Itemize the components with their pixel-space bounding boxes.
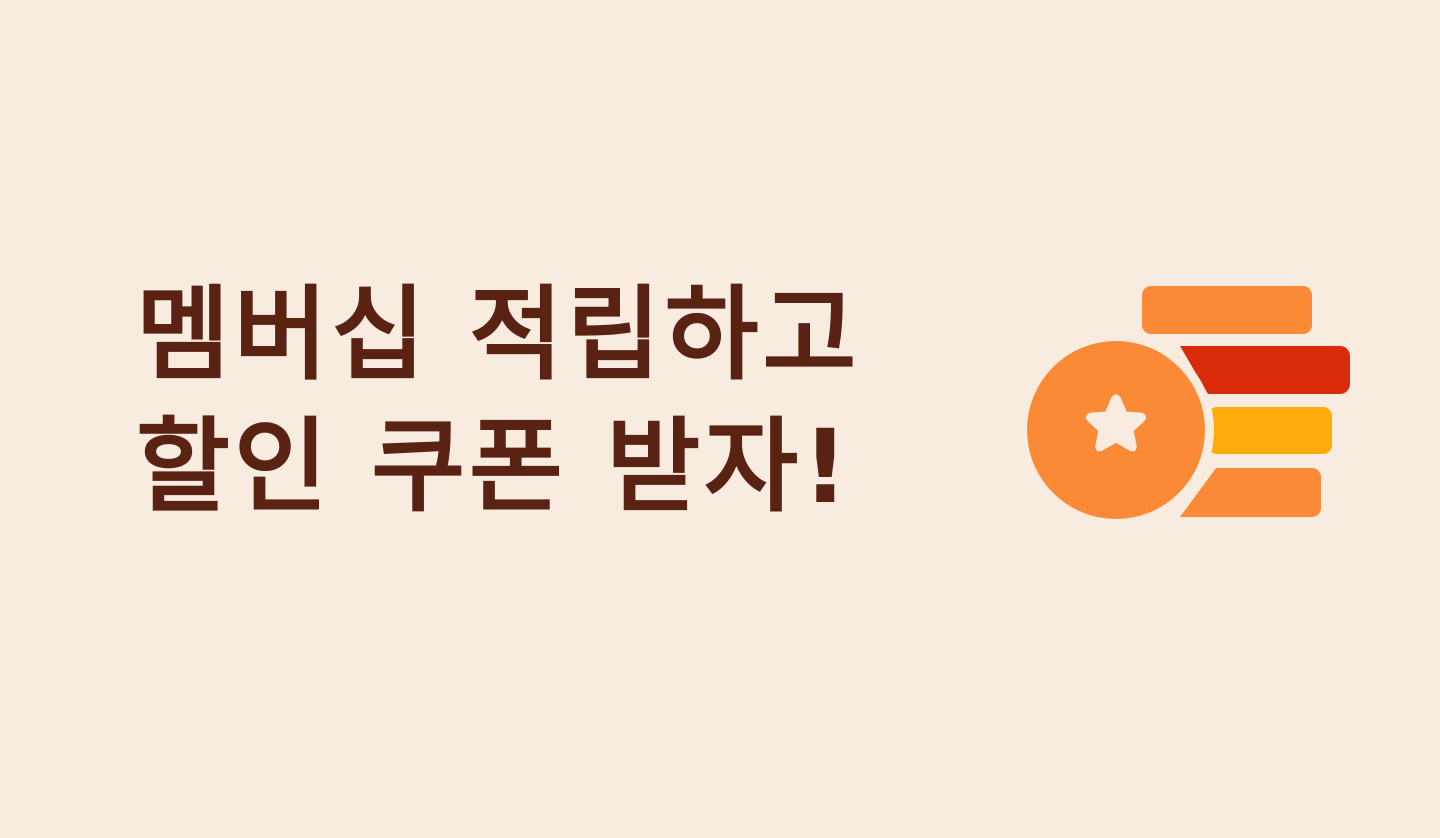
promo-headline: 멤버십 적립하고 할인 쿠폰 받자! bbox=[136, 270, 860, 534]
coin-bar-red bbox=[1180, 346, 1350, 394]
coin-bar-yellow bbox=[1208, 407, 1332, 454]
promo-banner: 멤버십 적립하고 할인 쿠폰 받자! bbox=[0, 0, 1440, 838]
coin-bar-top bbox=[1142, 286, 1312, 334]
star-coin-stack-icon bbox=[1018, 280, 1358, 530]
headline-line-2: 할인 쿠폰 받자! bbox=[136, 408, 853, 527]
headline-line-1: 멤버십 적립하고 bbox=[136, 276, 861, 395]
